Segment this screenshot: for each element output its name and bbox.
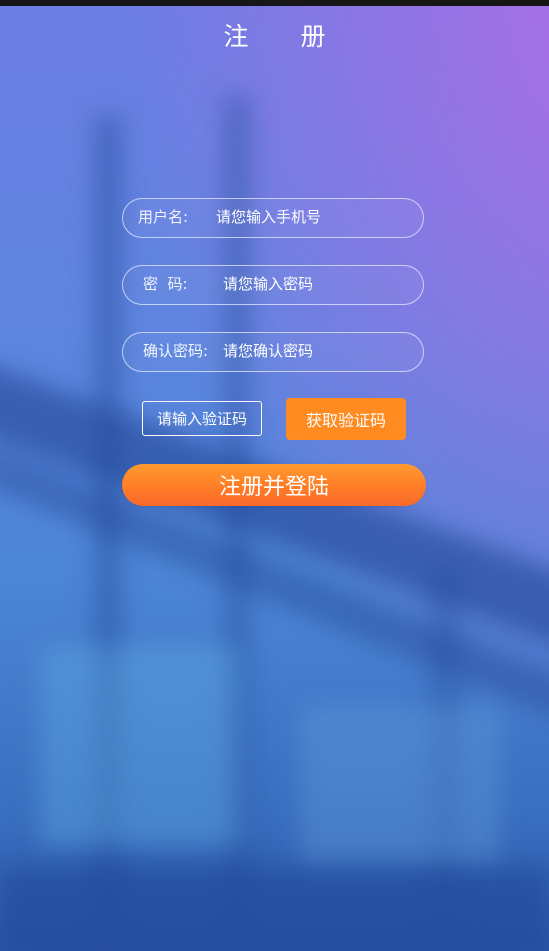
confirm-password-input[interactable] [223,333,413,370]
username-label: 用户名: [138,208,189,226]
confirm-password-label: 确认密码: [143,342,209,360]
password-label: 密 码: [143,275,188,293]
confirm-password-field[interactable]: 确认密码: [122,332,424,372]
page-title: 注 册 [223,22,348,51]
username-input[interactable] [216,199,406,236]
register-and-login-button[interactable]: 注册并登陆 [122,464,426,506]
password-input[interactable] [223,266,413,303]
verification-code-input[interactable] [142,401,262,436]
get-verification-code-button[interactable]: 获取验证码 [286,398,406,440]
username-field[interactable]: 用户名: [122,198,424,238]
password-field[interactable]: 密 码: [122,265,424,305]
